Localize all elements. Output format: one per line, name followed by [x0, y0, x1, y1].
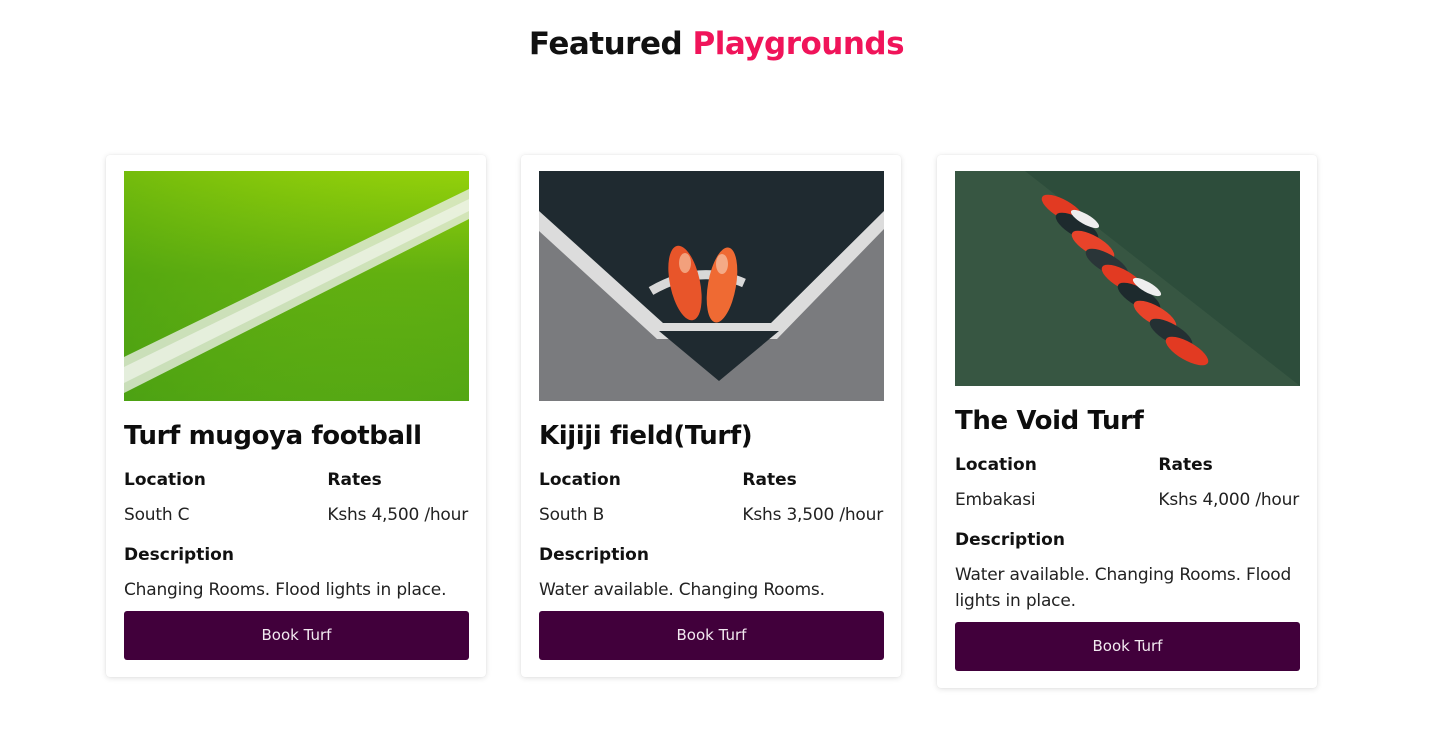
rates-value: Kshs 4,000 /hour: [1158, 490, 1299, 510]
boots-on-corner-photo: [539, 171, 884, 401]
grass-field-photo: [124, 171, 469, 401]
description-label: Description: [539, 545, 649, 565]
location-value: South B: [539, 505, 605, 525]
rates-label: Rates: [327, 470, 382, 490]
description-text: Water available. Changing Rooms. Flood l…: [955, 565, 1292, 611]
rates-value: Kshs 3,500 /hour: [742, 505, 883, 525]
playground-card: Kijiji field(Turf) Location South B Rate…: [521, 155, 901, 677]
rates-value: Kshs 4,500 /hour: [327, 505, 468, 525]
description-text: Changing Rooms. Flood lights in place.: [124, 580, 447, 600]
row-of-boots-photo: [955, 171, 1300, 386]
book-turf-button[interactable]: Book Turf: [955, 622, 1300, 671]
card-title: The Void Turf: [955, 406, 1144, 436]
playground-card: Turf mugoya football Location South C Ra…: [106, 155, 486, 677]
card-title: Kijiji field(Turf): [539, 421, 753, 451]
description-label: Description: [955, 530, 1065, 550]
location-value: Embakasi: [955, 490, 1036, 510]
book-turf-button[interactable]: Book Turf: [124, 611, 469, 660]
rates-label: Rates: [742, 470, 797, 490]
heading-prefix: Featured: [528, 26, 683, 62]
card-title: Turf mugoya football: [124, 421, 422, 451]
location-label: Location: [124, 470, 206, 490]
playground-card: The Void Turf Location Embakasi Rates Ks…: [937, 155, 1317, 688]
description-label: Description: [124, 545, 234, 565]
description-text: Water available. Changing Rooms.: [539, 580, 825, 600]
section-heading: Featured Playgrounds: [0, 26, 1433, 62]
location-label: Location: [539, 470, 621, 490]
rates-label: Rates: [1158, 455, 1213, 475]
location-value: South C: [124, 505, 190, 525]
book-turf-button[interactable]: Book Turf: [539, 611, 884, 660]
location-label: Location: [955, 455, 1037, 475]
heading-accent: Playgrounds: [692, 26, 905, 62]
